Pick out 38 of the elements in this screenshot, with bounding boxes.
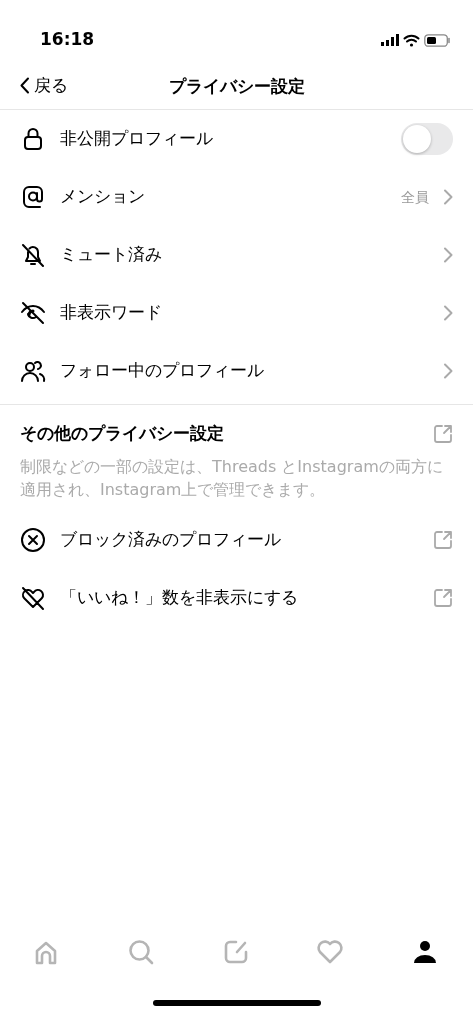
- page-title: プライバシー設定: [168, 76, 305, 96]
- row-label: 非表示ワード: [60, 301, 163, 325]
- hidden-eye-icon: [20, 300, 46, 326]
- clock-time: 16:18: [40, 28, 95, 52]
- settings-row[interactable]: 「いいね！」数を非表示にする: [0, 568, 473, 627]
- chevron-right-icon: [443, 363, 453, 379]
- crossed-heart-icon: [20, 584, 46, 611]
- section-heading: その他のプライバシー設定: [20, 422, 225, 445]
- battery-icon: [424, 33, 451, 47]
- toggle-switch[interactable]: [401, 123, 453, 155]
- settings-row[interactable]: 非公開プロフィール: [0, 110, 473, 168]
- muted-bell-icon: [20, 242, 46, 268]
- people-icon: [20, 358, 46, 384]
- external-link-icon: [433, 529, 453, 550]
- external-link-icon: [433, 423, 453, 444]
- section-description: 制限などの一部の設定は、Threads とInstagramの両方に適用され、Instagram上で管理できます。: [19, 455, 444, 501]
- external-link-icon: [433, 587, 453, 608]
- row-label: ブロック済みのプロフィール: [60, 528, 282, 552]
- settings-row[interactable]: ブロック済みのプロフィール: [0, 510, 473, 569]
- chevron-right-icon: [443, 189, 453, 205]
- row-value: 全員: [401, 187, 429, 207]
- chevron-right-icon: [443, 247, 453, 263]
- settings-row[interactable]: 非表示ワード: [0, 284, 473, 342]
- signal-icon: [381, 34, 399, 46]
- row-label: 非公開プロフィール: [60, 127, 214, 151]
- at-sign-icon: [20, 184, 46, 210]
- settings-row[interactable]: メンション 全員: [0, 168, 473, 226]
- wifi-icon: [403, 33, 420, 47]
- settings-row[interactable]: ミュート済み: [0, 226, 473, 284]
- row-label: メンション: [60, 185, 146, 209]
- back-chevron-icon: [20, 77, 30, 94]
- back-button[interactable]: 戻る: [0, 72, 68, 99]
- row-label: ミュート済み: [60, 243, 163, 267]
- blocked-circle-icon: [20, 526, 46, 553]
- settings-row[interactable]: フォロー中のプロフィール: [0, 342, 473, 400]
- row-label: 「いいね！」数を非表示にする: [60, 586, 299, 610]
- row-label: フォロー中のプロフィール: [60, 359, 265, 383]
- chevron-right-icon: [443, 305, 453, 321]
